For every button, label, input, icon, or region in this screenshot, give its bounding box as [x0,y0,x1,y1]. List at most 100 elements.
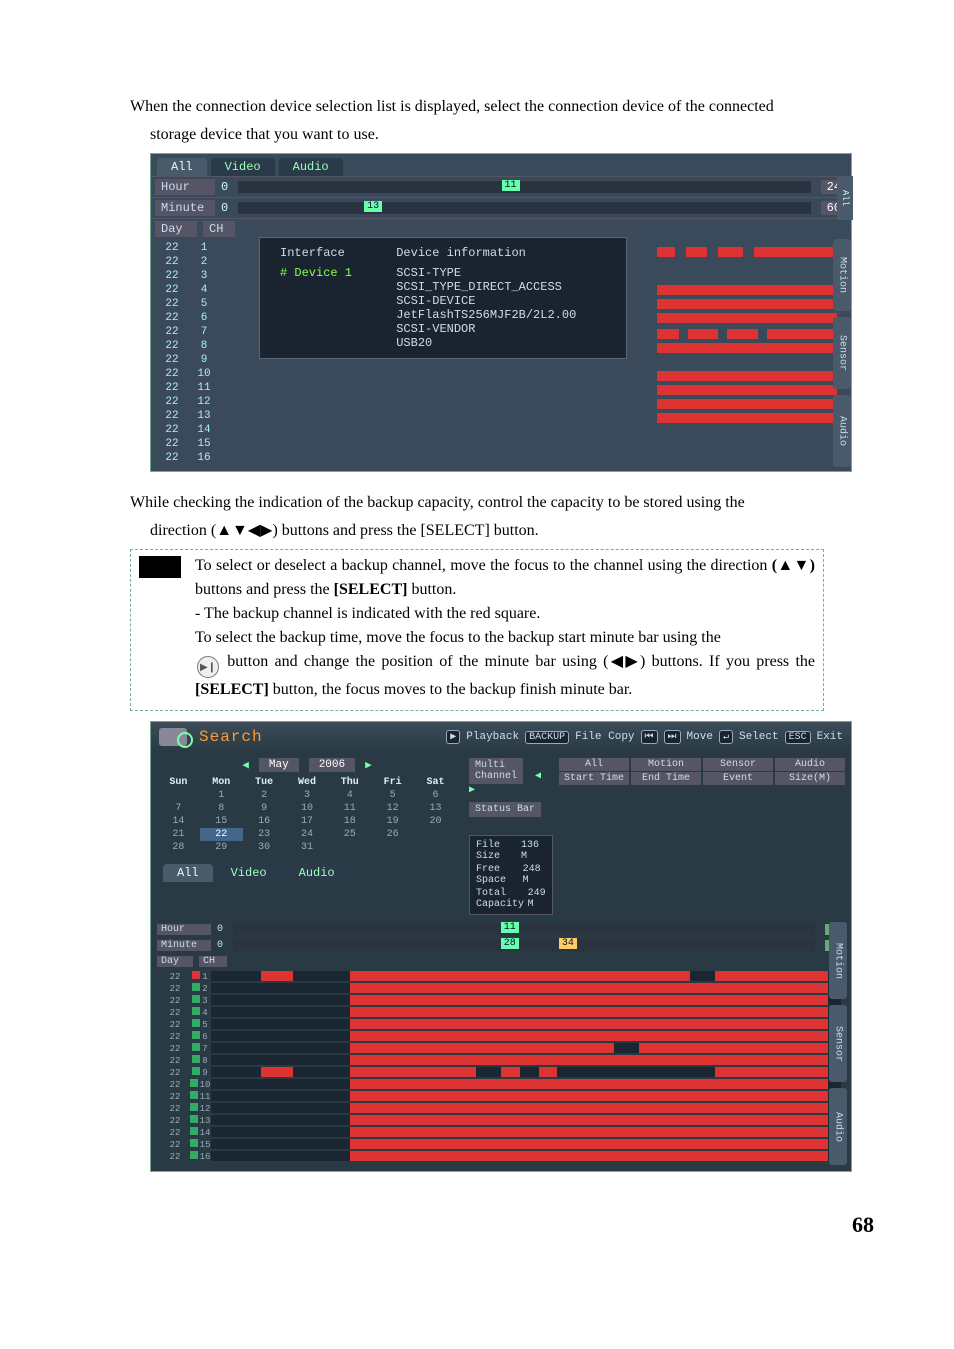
col-size: Size(M) [775,772,845,785]
cal-year[interactable]: 2006 [309,758,355,772]
filecopy-label: File Copy [575,731,634,743]
ch-label: CH [203,221,235,237]
note-text: To select or deselect a backup channel, … [195,554,815,703]
minute-bar[interactable]: 28 34 [233,939,815,951]
hour-label: Hour [157,924,211,935]
side-tab-audio[interactable]: Audio [829,1088,847,1165]
side-tab-motion[interactable]: Motion [829,922,847,999]
activity-bars [657,247,837,427]
play-icon: ▶❙ [197,656,219,678]
calendar-grid[interactable]: SunMonTueWedThuFriSat1234567891011121314… [157,776,457,854]
hour-label: Hour [155,179,215,195]
day-column: 22222222222222222222222222222222 [161,971,189,1163]
device-info-dialog: Interface Device information # Device 1 … [259,237,627,359]
side-tab-motion[interactable]: Motion [833,239,851,311]
backup-columns: All Motion Sensor Audio Start Time End T… [559,752,851,921]
side-tab-audio[interactable]: Audio [833,395,851,467]
side-tab-sensor[interactable]: Sensor [833,317,851,389]
side-tab-all[interactable]: All [837,176,853,220]
search-screenshot: Search ▶ Playback BACKUP File Copy ⏮ ⏭ Move … [150,721,852,1172]
cal-month[interactable]: May [259,758,299,772]
channel-next-icon[interactable]: ▶ [469,785,475,796]
search-title: Search [199,728,263,746]
page-number: 68 [70,1212,884,1238]
device-entry[interactable]: # Device 1 [274,264,388,352]
col-end: End Time [631,772,701,785]
side-tab-sensor[interactable]: Sensor [829,1005,847,1082]
modal-header-interface: Interface [274,244,388,262]
hour-start: 0 [217,924,223,935]
side-tabs: Motion Sensor Audio [833,239,851,467]
move-label: Move [687,731,713,743]
total-capacity-value: 249 M [528,888,546,910]
tab-all[interactable]: All [163,864,213,882]
paragraph: storage device that you want to use. [130,124,884,146]
tab-audio[interactable]: Audio [279,158,343,176]
free-space-value: 248 M [523,864,546,886]
paragraph: When the connection device selection lis… [130,96,884,118]
col-start: Start Time [559,772,629,785]
channel-bars[interactable] [211,971,841,1163]
select-key[interactable]: ↵ [719,730,733,744]
day-label: Day [155,221,197,237]
minute-label: Minute [157,940,211,951]
minute-label: Minute [155,200,215,216]
calendar: ◀ May 2006 ▶ SunMonTueWedThuFriSat123456… [151,752,463,921]
col-sensor[interactable]: Sensor [703,758,773,771]
device-selection-screenshot: All Video Audio Hour 0 11 24 Minute 0 13… [150,153,852,472]
col-event: Event [703,772,773,785]
file-size-panel: File Size136 M Free Space248 M Total Cap… [469,835,553,915]
paragraph: direction (▲▼◀▶) buttons and press the [… [130,520,884,542]
day-column: 22222222222222222222222222222222 [155,241,189,465]
note-box: To select or deselect a backup channel, … [130,549,824,712]
hour-bar[interactable]: 11 [233,923,815,935]
tab-video[interactable]: Video [217,864,281,882]
backup-key[interactable]: BACKUP [525,731,569,744]
toolbar: ▶ Playback BACKUP File Copy ⏮ ⏭ Move ↵ Select… [446,730,843,744]
ch-label: CH [199,956,227,967]
col-motion[interactable]: Motion [631,758,701,771]
ch-column: 12345678910111213141516 [189,241,219,465]
esc-key[interactable]: ESC [785,731,811,744]
hour-bar[interactable]: 11 [238,181,810,193]
col-all[interactable]: All [559,758,629,771]
side-tabs: Motion Sensor Audio [829,922,847,1165]
ch-column: 12345678910111213141516 [189,971,211,1163]
free-space-label: Free Space [476,864,523,886]
file-size-label: File Size [476,840,521,862]
minute-end-marker[interactable]: 34 [559,938,577,949]
timeline-area: Interface Device information # Device 1 … [219,241,847,465]
minute-start: 0 [221,201,228,215]
total-capacity-label: Total Capacity [476,888,528,910]
day-label: Day [157,956,193,967]
paragraph: While checking the indication of the bac… [130,492,884,514]
playback-label: Playback [466,731,519,743]
hour-marker[interactable]: 11 [501,922,519,933]
tab-audio[interactable]: Audio [285,864,349,882]
exit-label: Exit [817,731,843,743]
select-label: Select [739,731,779,743]
playback-key[interactable]: ▶ [446,730,460,744]
center-panel: MultiChannel ◀ ▶ Status Bar File Size136… [463,752,559,921]
tab-all[interactable]: All [157,158,207,176]
cal-prev-icon[interactable]: ◀ [242,758,249,772]
minute-start: 0 [217,940,223,951]
minute-marker[interactable]: 13 [364,201,382,212]
hour-start: 0 [221,180,228,194]
channel-prev-icon[interactable]: ◀ [535,771,541,782]
cal-next-icon[interactable]: ▶ [365,758,372,772]
hour-marker[interactable]: 11 [502,180,520,191]
file-size-value: 136 M [521,840,546,862]
modal-header-info: Device information [390,244,612,262]
status-bar-label: Status Bar [469,802,541,817]
col-audio[interactable]: Audio [775,758,845,771]
prev-key[interactable]: ⏮ [641,730,658,744]
timeline-panel: Hour01124 Minute0283460All DayCH 2222222… [151,921,851,1171]
device-info-values: SCSI-TYPESCSI_TYPE_DIRECT_ACCESSSCSI-DEV… [390,264,612,352]
note-marker [139,556,181,578]
minute-bar[interactable]: 13 [238,202,810,214]
next-key[interactable]: ⏭ [664,730,681,744]
tab-video[interactable]: Video [211,158,275,176]
multi-label: MultiChannel [469,758,523,784]
minute-start-marker[interactable]: 28 [501,938,519,949]
